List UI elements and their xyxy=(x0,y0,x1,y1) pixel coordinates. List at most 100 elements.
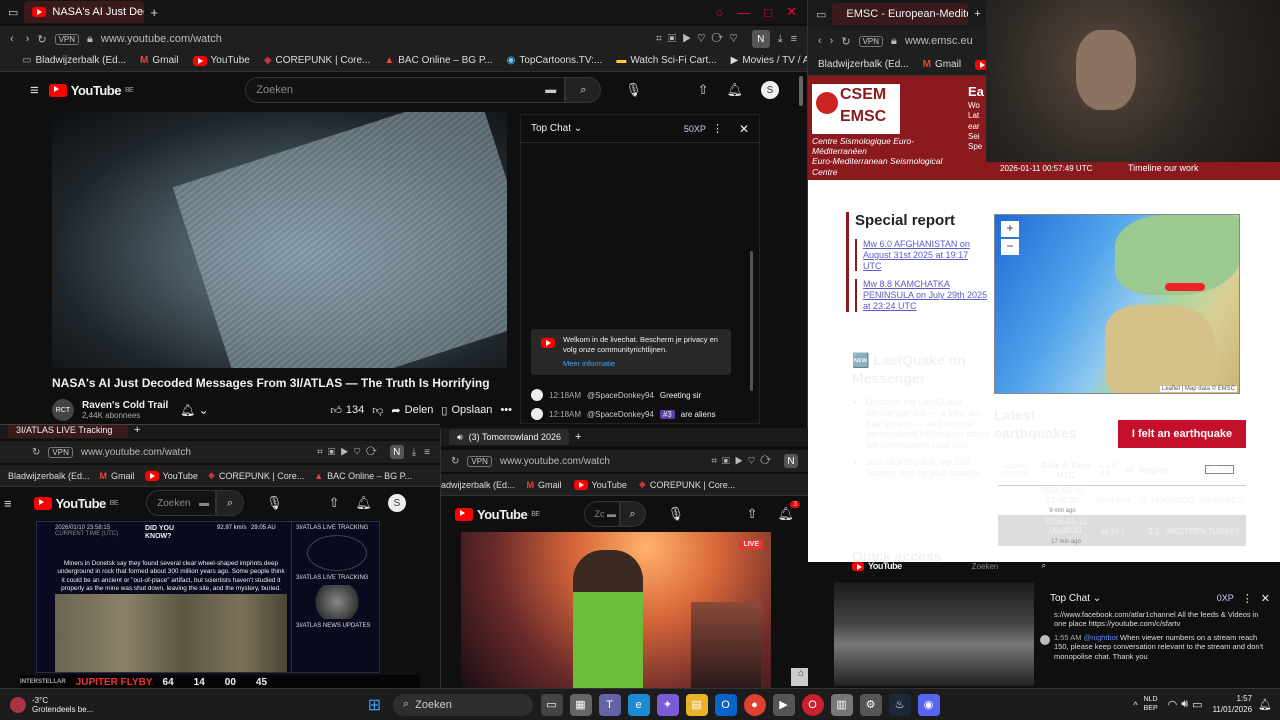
teams-icon[interactable]: T xyxy=(598,693,621,716)
profile-icon[interactable]: N xyxy=(389,445,404,459)
bookmark-item[interactable]: M Gmail xyxy=(923,59,961,70)
zoom-out-button[interactable]: − xyxy=(1001,239,1019,255)
notification-bell-icon[interactable]: 🔔︎ ⌄ xyxy=(180,403,209,417)
map-attribution[interactable]: Leaflet | Map data © EMSC xyxy=(1159,386,1237,392)
chat-close-icon[interactable]: ✕ xyxy=(739,122,749,136)
upload-icon[interactable]: ⇧ xyxy=(329,495,340,511)
search-input[interactable]: Zoeken ▬ xyxy=(146,490,217,516)
dislike-icon[interactable]: 👎︎ xyxy=(372,404,383,417)
hamburger-icon[interactable]: ≡ xyxy=(30,82,39,99)
channel-avatar[interactable]: RCT xyxy=(52,399,74,421)
url-field[interactable]: www.emsc.eu xyxy=(905,35,973,47)
youtube-logo[interactable]: YouTube BE xyxy=(48,83,134,98)
chat-mode-dropdown[interactable]: Top Chat ⌄ xyxy=(531,123,582,134)
quake-markers[interactable] xyxy=(1165,283,1205,291)
extensions-icons[interactable]: ⌗▣▶♡⟳ xyxy=(317,447,382,458)
youtube-logo[interactable]: YouTube xyxy=(852,562,902,571)
volume-icon[interactable]: 🔊︎ xyxy=(1181,698,1188,711)
bell-icon[interactable]: 🔔︎ 3 xyxy=(777,501,800,522)
taskbar-search[interactable]: ⌕ Zoeken xyxy=(393,693,533,716)
bookmark-item[interactable]: ▲ BAC Online – BG P... xyxy=(314,471,412,481)
back-icon[interactable]: ‹ xyxy=(818,35,822,47)
chat-scrollbar[interactable] xyxy=(750,251,753,391)
weather-widget[interactable]: -3°C Grotendeels be... xyxy=(0,696,360,714)
url-field[interactable]: www.youtube.com/watch xyxy=(500,456,610,467)
bookmark-item[interactable]: YouTube xyxy=(573,479,627,490)
upload-icon[interactable]: ⇧ xyxy=(747,506,758,522)
video-thumbnail[interactable] xyxy=(834,582,1034,686)
bookmark-item[interactable]: ◆ COREPUNK | Core... xyxy=(639,479,735,490)
clock[interactable]: 1:57 11/01/2026 xyxy=(1213,694,1252,715)
dj-stream-video[interactable]: LIVE xyxy=(461,532,771,688)
tab-atlas[interactable]: 3I/ATLAS LIVE Tracking xyxy=(8,425,128,438)
maximize-icon[interactable]: □ xyxy=(764,5,772,20)
search-icon[interactable]: ⌕ xyxy=(1042,562,1046,571)
magnitude-filter[interactable]: All Mag xyxy=(1205,465,1235,474)
vpn-badge[interactable]: VPN xyxy=(467,455,492,467)
download-icon[interactable]: ⤓ xyxy=(412,447,416,458)
xp-badge[interactable]: 50XP xyxy=(684,124,706,134)
profile-icon[interactable]: N xyxy=(784,454,798,468)
search-input[interactable]: Zoeken ▬ xyxy=(245,77,566,103)
windows-start-icon[interactable]: ⊞ xyxy=(364,694,386,716)
bookmark-item[interactable]: ▬ Watch Sci-Fi Cart... xyxy=(616,55,716,66)
bookmark-item[interactable]: adwijzerbalk (Ed... xyxy=(441,480,515,490)
microphone-icon[interactable]: 🎙︎ xyxy=(668,506,685,522)
felt-earthquake-button[interactable]: I felt an earthquake xyxy=(1118,420,1246,448)
chat-mode-dropdown[interactable]: Top Chat ⌄ xyxy=(1050,593,1101,604)
bookmark-item[interactable]: ◉ TopCartoons.TV:... xyxy=(507,55,603,66)
new-tab-icon[interactable]: + xyxy=(150,5,158,20)
vpn-badge[interactable]: VPN xyxy=(858,35,884,47)
window-menu-icon[interactable]: ▭ xyxy=(8,6,18,19)
extensions-icons[interactable]: ⌗▣▶♡⟳♡ xyxy=(656,33,744,46)
search-button[interactable]: ⌕ xyxy=(565,77,602,103)
chat-close-icon[interactable]: ✕ xyxy=(1261,592,1270,605)
battery-icon[interactable]: ▭ xyxy=(1192,698,1202,711)
search-input[interactable]: Zoeken xyxy=(972,562,1032,571)
table-row[interactable]: 2026-01-11 00:40:31 17 min ago 38.27 2 2.1… xyxy=(998,516,1246,546)
wifi-icon[interactable]: ◠ xyxy=(1168,698,1178,711)
close-icon[interactable]: ✕ xyxy=(786,4,797,20)
bookmark-item[interactable]: YouTube xyxy=(192,55,250,66)
calculator-icon[interactable]: ▦ xyxy=(569,693,592,716)
avatar[interactable]: S xyxy=(761,81,779,99)
microphone-icon[interactable]: 🎙︎ xyxy=(625,82,642,98)
like-button[interactable]: 👍︎ 134 xyxy=(330,404,364,417)
vpn-badge[interactable]: VPN xyxy=(48,446,73,458)
report-link[interactable]: Mw 8.8 KAMCHATKA PENINSULA on July 29th … xyxy=(855,279,988,312)
video-player[interactable] xyxy=(52,112,507,368)
url-field[interactable]: www.youtube.com/watch xyxy=(81,447,191,458)
profile-icon[interactable]: N xyxy=(751,30,770,48)
search-button[interactable]: ⌕ xyxy=(216,490,245,516)
new-tab-icon[interactable]: + xyxy=(575,431,581,443)
search-input[interactable]: Zc ▬ xyxy=(583,501,620,527)
new-tab-icon[interactable]: + xyxy=(134,425,140,436)
page-scrollbar[interactable] xyxy=(799,76,803,106)
bell-icon[interactable]: 🔔︎ xyxy=(355,495,372,511)
notepad-icon[interactable]: ▥ xyxy=(830,693,853,716)
earthquake-map[interactable]: + − Leaflet | Map data © EMSC xyxy=(994,214,1240,394)
table-row[interactable]: 2026-01-11 01:48:30 9 min ago 42.14 60.4 0… xyxy=(998,486,1246,516)
download-icon[interactable]: ⤓ xyxy=(778,33,783,46)
settings-icon[interactable]: ⚙ xyxy=(859,693,882,716)
window-menu-icon[interactable]: ▭ xyxy=(816,8,826,21)
atlas-stream-video[interactable]: 2026/01/10 23:58:15 CURRENT TIME (UTC) DI… xyxy=(36,521,380,673)
url-field[interactable]: www.youtube.com/watch xyxy=(101,33,222,45)
nav-timeline[interactable]: Timeline xyxy=(1128,163,1162,173)
outlook-icon[interactable]: O xyxy=(714,693,737,716)
bookmark-item[interactable]: M Gmail xyxy=(527,480,562,490)
emsc-logo[interactable]: CSEM EMSC xyxy=(812,84,900,134)
copilot-icon[interactable]: ✦ xyxy=(656,693,679,716)
youtube-logo[interactable]: YouTube BE xyxy=(33,496,119,511)
hamburger-icon[interactable]: ≡ xyxy=(4,496,12,511)
menu-icon[interactable]: ≡ xyxy=(424,447,430,458)
nav-our-work[interactable]: our work xyxy=(1164,163,1199,173)
bookmark-item[interactable]: Bladwijzerbalk (Ed... xyxy=(818,59,909,70)
chat-more-icon[interactable]: ⋮ xyxy=(712,122,723,135)
task-view-icon[interactable]: ▭ xyxy=(540,693,563,716)
keyboard-icon[interactable]: ▬ xyxy=(545,84,556,96)
bookmark-item[interactable]: ▭ Bladwijzerbalk (Ed... xyxy=(22,55,126,66)
discord-icon[interactable]: ◉ xyxy=(917,693,940,716)
reload-icon[interactable]: ↻ xyxy=(841,35,850,48)
file-explorer-icon[interactable]: ▤ xyxy=(685,693,708,716)
